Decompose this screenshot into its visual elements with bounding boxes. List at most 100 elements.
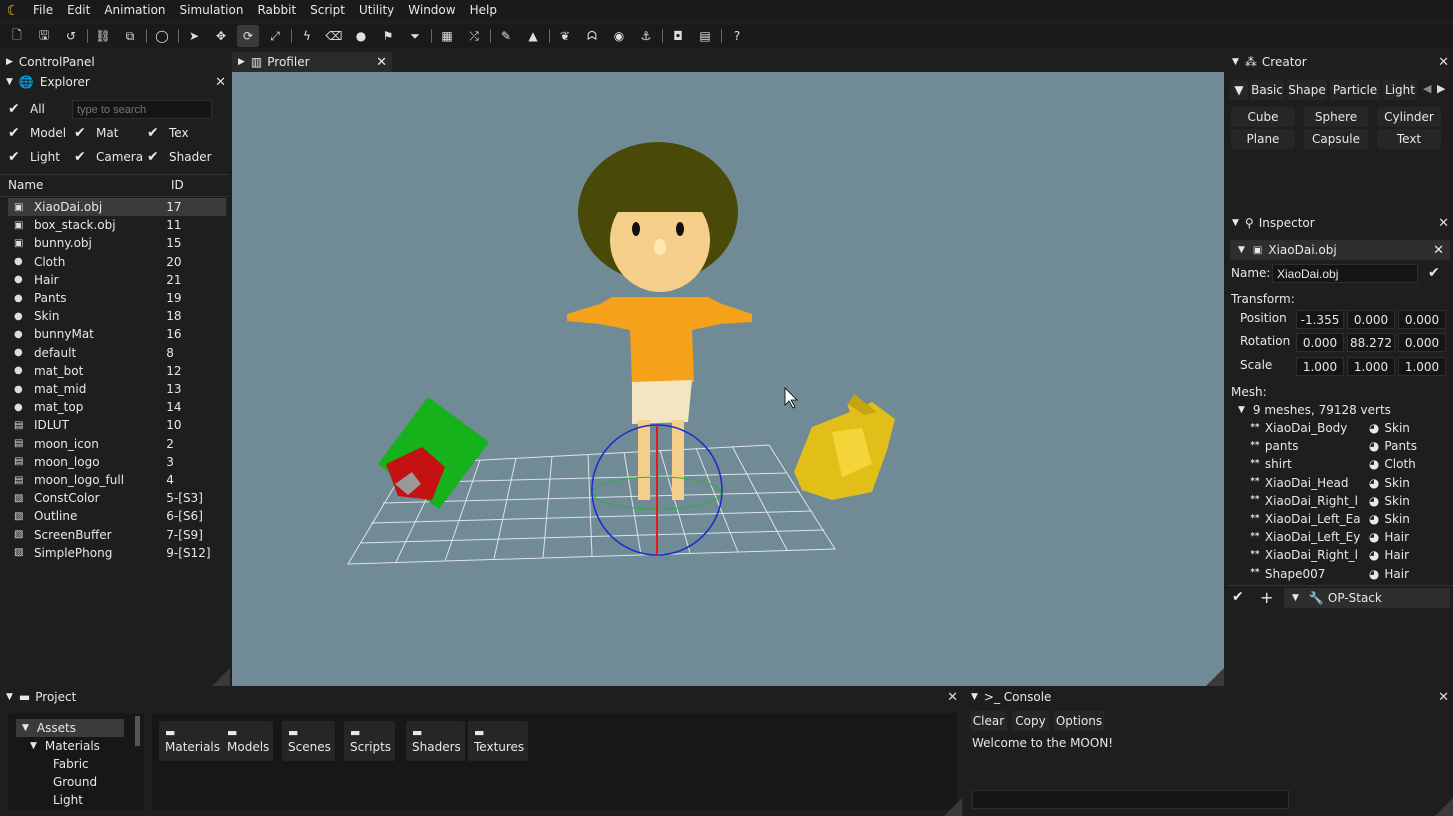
- explorer-row[interactable]: ▤ moon_logo_full 4: [8, 471, 226, 489]
- explorer-row[interactable]: ● mat_mid 13: [8, 380, 226, 398]
- folder-item[interactable]: ▬ Shaders: [406, 721, 465, 761]
- film-icon[interactable]: ▤: [694, 25, 716, 47]
- explorer-row[interactable]: ▣ bunny.obj 15: [8, 234, 226, 252]
- explorer-row[interactable]: ▧ ScreenBuffer 7-[S9]: [8, 526, 226, 544]
- camera-icon[interactable]: ◘: [667, 25, 689, 47]
- create-cube-button[interactable]: Cube: [1231, 107, 1295, 127]
- close-icon[interactable]: ✕: [1438, 690, 1449, 705]
- filter-light[interactable]: ✔ Light: [8, 149, 60, 165]
- drop-icon[interactable]: ●: [350, 25, 372, 47]
- tab-menu-icon[interactable]: ▼: [1230, 80, 1248, 100]
- close-icon[interactable]: ✕: [1433, 243, 1444, 258]
- check-icon[interactable]: ✔: [1232, 589, 1244, 605]
- mesh-row[interactable]: ᕯ XiaoDai_Head ◕ Skin: [1250, 474, 1410, 492]
- menu-script[interactable]: Script: [303, 0, 352, 21]
- menu-animation[interactable]: Animation: [97, 0, 172, 21]
- close-icon[interactable]: ✕: [1438, 216, 1449, 231]
- tab-light[interactable]: Light: [1383, 80, 1417, 100]
- collapse-icon[interactable]: ▼: [1232, 218, 1239, 228]
- mesh-row[interactable]: ᕯ Shape007 ◕ Hair: [1250, 565, 1409, 583]
- cursor-icon[interactable]: ➤: [183, 25, 205, 47]
- scale-icon[interactable]: ⤢: [264, 25, 286, 47]
- console-copy-button[interactable]: Copy: [1012, 711, 1049, 731]
- move-icon[interactable]: ✥: [210, 25, 232, 47]
- column-name-header[interactable]: Name: [8, 178, 43, 192]
- bolt-icon[interactable]: ϟ: [296, 25, 318, 47]
- control-panel-header[interactable]: ▶ ControlPanel: [0, 52, 230, 72]
- filter-camera[interactable]: ✔ Camera: [74, 149, 143, 165]
- mesh-row[interactable]: ᕯ XiaoDai_Right_l ◕ Skin: [1250, 492, 1410, 510]
- tab-shape[interactable]: Shape: [1287, 80, 1327, 100]
- mesh-row[interactable]: ᕯ pants ◕ Pants: [1250, 437, 1417, 455]
- menu-help[interactable]: Help: [463, 0, 504, 21]
- op-stack-header[interactable]: ▼ 🔧 OP-Stack: [1284, 588, 1450, 608]
- flag-icon[interactable]: ⚑: [377, 25, 399, 47]
- profiler-tab[interactable]: ▶ ▥ Profiler ✕: [232, 52, 392, 72]
- tree-materials[interactable]: ▼ Materials: [30, 737, 100, 755]
- explorer-row[interactable]: ▤ IDLUT 10: [8, 416, 226, 434]
- mesh-row[interactable]: ᕯ XiaoDai_Left_Ea ◕ Skin: [1250, 510, 1410, 528]
- resize-grip[interactable]: [944, 798, 962, 816]
- unlink-icon[interactable]: ⧉: [119, 25, 141, 47]
- anchor-icon[interactable]: ⚓: [635, 25, 657, 47]
- tree-assets[interactable]: ▼ Assets: [16, 719, 124, 737]
- leaf-icon[interactable]: ❦: [554, 25, 576, 47]
- 3d-viewport[interactable]: [232, 72, 1224, 686]
- mesh-row[interactable]: ᕯ XiaoDai_Body ◕ Skin: [1250, 419, 1410, 437]
- explorer-row[interactable]: ● default 8: [8, 344, 226, 362]
- folder-item[interactable]: ▬ Scripts: [344, 721, 396, 761]
- mesh-summary[interactable]: ▼ 9 meshes, 79128 verts: [1238, 403, 1391, 417]
- mesh-row[interactable]: ᕯ XiaoDai_Right_l ◕ Hair: [1250, 546, 1409, 564]
- ghost-icon[interactable]: ᗣ: [581, 25, 603, 47]
- console-clear-button[interactable]: Clear: [970, 711, 1007, 731]
- position-y-field[interactable]: 0.000: [1347, 310, 1395, 329]
- create-cylinder-button[interactable]: Cylinder: [1377, 107, 1441, 127]
- filter-tex[interactable]: ✔ Tex: [147, 125, 189, 141]
- ball-icon[interactable]: ◉: [608, 25, 630, 47]
- view-icon[interactable]: ◯: [151, 25, 173, 47]
- filter-model[interactable]: ✔ Model: [8, 125, 66, 141]
- resize-grip[interactable]: [212, 668, 230, 686]
- explorer-row[interactable]: ● Pants 19: [8, 289, 226, 307]
- rotate-icon[interactable]: ⟳: [237, 25, 259, 47]
- explorer-row[interactable]: ▤ moon_logo 3: [8, 453, 226, 471]
- rotation-y-field[interactable]: 88.272: [1347, 333, 1395, 352]
- create-sphere-button[interactable]: Sphere: [1304, 107, 1368, 127]
- menu-rabbit[interactable]: Rabbit: [250, 0, 303, 21]
- resize-grip[interactable]: [1206, 668, 1224, 686]
- name-input[interactable]: [1272, 264, 1418, 283]
- menu-file[interactable]: File: [26, 0, 60, 21]
- undo-icon[interactable]: ↺: [60, 25, 82, 47]
- resize-grip[interactable]: [1435, 798, 1453, 816]
- folder-item[interactable]: ▬ Textures: [468, 721, 529, 761]
- inspector-object-header[interactable]: ▼ ▣ XiaoDai.obj ✕: [1230, 240, 1450, 260]
- close-icon[interactable]: ✕: [215, 75, 226, 90]
- tree-scrollbar[interactable]: [135, 716, 140, 746]
- explorer-row[interactable]: ● Cloth 20: [8, 253, 226, 271]
- explorer-row[interactable]: ▣ XiaoDai.obj 17: [8, 198, 226, 216]
- save-icon[interactable]: 🖫: [33, 25, 55, 47]
- explorer-row[interactable]: ▤ moon_icon 2: [8, 435, 226, 453]
- close-icon[interactable]: ✕: [376, 55, 387, 70]
- link-icon[interactable]: ⛓: [92, 25, 114, 47]
- column-id-header[interactable]: ID: [171, 178, 184, 192]
- explorer-row[interactable]: ● Skin 18: [8, 307, 226, 325]
- scale-y-field[interactable]: 1.000: [1347, 357, 1395, 376]
- folder-item[interactable]: ▬ Models: [221, 721, 274, 761]
- tab-particle[interactable]: Particle: [1330, 80, 1380, 100]
- explorer-row[interactable]: ▧ ConstColor 5-[S3]: [8, 489, 226, 507]
- menu-utility[interactable]: Utility: [352, 0, 401, 21]
- close-icon[interactable]: ✕: [947, 690, 958, 705]
- collapse-icon[interactable]: ▼: [6, 77, 13, 87]
- new-file-icon[interactable]: 🗋: [6, 25, 28, 47]
- brush-icon[interactable]: ✎: [495, 25, 517, 47]
- rotation-z-field[interactable]: 0.000: [1398, 333, 1446, 352]
- collapse-icon[interactable]: ▼: [6, 692, 13, 702]
- folder-item[interactable]: ▬ Scenes: [282, 721, 335, 761]
- tree-ground[interactable]: Ground: [53, 773, 97, 791]
- scale-x-field[interactable]: 1.000: [1296, 357, 1344, 376]
- explorer-row[interactable]: ▧ SimplePhong 9-[S12]: [8, 544, 226, 562]
- grid-icon[interactable]: ▦: [436, 25, 458, 47]
- create-capsule-button[interactable]: Capsule: [1304, 129, 1368, 149]
- filter-shader[interactable]: ✔ Shader: [147, 149, 212, 165]
